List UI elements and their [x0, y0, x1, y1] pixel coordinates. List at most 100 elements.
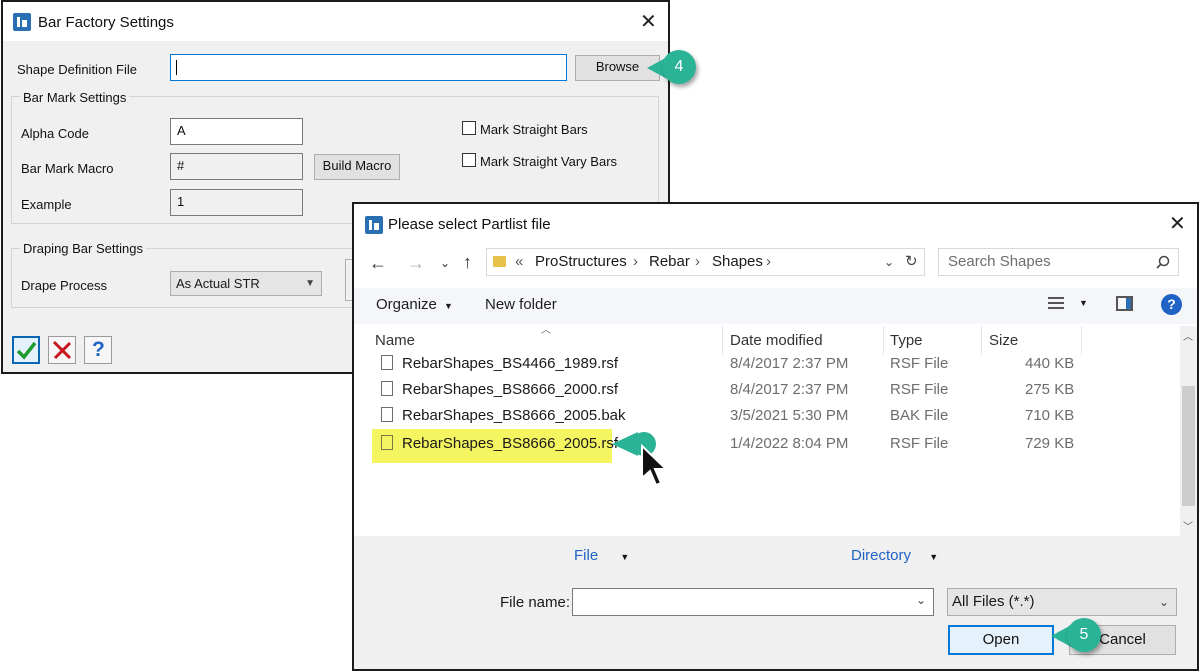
- file-type: RSF File: [890, 355, 949, 372]
- caret-down-icon: ▼: [444, 301, 453, 311]
- column-type[interactable]: Type: [890, 332, 923, 349]
- shape-definition-label: Shape Definition File: [17, 62, 137, 77]
- mark-straight-vary-bars-label: Mark Straight Vary Bars: [480, 154, 618, 169]
- callout-badge: 5: [1067, 618, 1101, 652]
- app-logo-icon: [365, 216, 383, 234]
- forward-arrow-icon[interactable]: →: [407, 253, 425, 273]
- file-type: BAK File: [890, 407, 949, 424]
- shape-definition-input[interactable]: [170, 54, 567, 81]
- scroll-up-icon[interactable]: ︿: [1183, 328, 1193, 343]
- help-button[interactable]: ?: [84, 336, 112, 364]
- mouse-cursor-icon: [641, 444, 669, 487]
- file-date: 8/4/2017 2:37 PM: [730, 355, 849, 372]
- mark-straight-bars-label: Mark Straight Bars: [480, 122, 588, 137]
- change-view-button[interactable]: ▼: [1048, 295, 1090, 315]
- callout-step-5: 5: [1049, 618, 1111, 654]
- file-size: 710 KB: [1025, 407, 1075, 424]
- file-size: 440 KB: [1025, 355, 1075, 372]
- chevron-down-icon: ▼: [305, 278, 315, 289]
- vertical-scrollbar[interactable]: ︿ ﹀: [1180, 326, 1197, 536]
- build-macro-button[interactable]: Build Macro: [314, 154, 400, 180]
- search-placeholder: Search Shapes: [948, 253, 1051, 270]
- alpha-code-label: Alpha Code: [21, 126, 89, 141]
- close-icon[interactable]: ✕: [640, 12, 657, 32]
- file-type-filter-value: All Files (*.*): [952, 593, 1035, 610]
- alpha-code-input[interactable]: A: [170, 118, 303, 145]
- chevron-down-icon: ⌄: [1158, 595, 1169, 609]
- drape-process-label: Drape Process: [21, 278, 107, 293]
- file-row[interactable]: RebarShapes_BS8666_2005.bak 3/5/2021 5:3…: [354, 402, 1174, 428]
- breadcrumb-separator-icon: ›: [633, 253, 638, 270]
- file-name-input[interactable]: ⌄: [572, 588, 934, 616]
- caret-down-icon: ▼: [620, 552, 630, 562]
- file-date: 1/4/2022 8:04 PM: [730, 435, 849, 452]
- file-icon: [381, 381, 393, 396]
- new-folder-button[interactable]: New folder: [485, 296, 557, 313]
- close-icon[interactable]: ✕: [1169, 214, 1186, 234]
- file-name: RebarShapes_BS8666_2000.rsf: [402, 381, 618, 398]
- file-type-filter-select[interactable]: All Files (*.*) ⌄: [947, 588, 1177, 616]
- callout-step-4: 4: [645, 50, 705, 86]
- dialog-title: Please select Partlist file: [388, 216, 551, 233]
- question-mark-icon: ?: [92, 338, 105, 361]
- file-dropdown-label: File: [574, 547, 599, 564]
- address-dropdown-chevron-icon[interactable]: ⌄: [884, 249, 894, 275]
- scroll-down-icon[interactable]: ﹀: [1183, 518, 1193, 533]
- organize-button[interactable]: Organize ▼: [376, 296, 453, 313]
- text-caret: [176, 60, 177, 75]
- view-list-icon: [1048, 297, 1064, 311]
- chevron-down-icon[interactable]: ⌄: [916, 593, 926, 607]
- organize-label: Organize: [376, 296, 437, 313]
- cancel-icon-button[interactable]: [48, 336, 76, 364]
- column-date-modified[interactable]: Date modified: [730, 332, 823, 349]
- bar-mark-macro-label: Bar Mark Macro: [21, 161, 114, 176]
- open-button[interactable]: Open: [948, 625, 1054, 655]
- breadcrumb-overflow[interactable]: «: [515, 249, 523, 275]
- bar-mark-macro-input[interactable]: #: [170, 153, 303, 180]
- dialog-title: Bar Factory Settings: [38, 14, 174, 31]
- column-name[interactable]: Name: [375, 332, 415, 349]
- search-input[interactable]: Search Shapes: [938, 248, 1179, 276]
- preview-pane-fill: [1126, 298, 1131, 309]
- file-row-highlighted[interactable]: RebarShapes_BS8666_2005.rsf 1/4/2022 8:0…: [354, 429, 1174, 463]
- app-logo-icon: [13, 13, 31, 31]
- file-icon: [381, 407, 393, 422]
- file-type: RSF File: [890, 381, 949, 398]
- help-icon[interactable]: ?: [1161, 294, 1182, 315]
- drape-process-value: As Actual STR: [176, 276, 260, 291]
- breadcrumb-shapes[interactable]: Shapes: [712, 249, 763, 275]
- recent-locations-chevron-icon[interactable]: ⌄: [440, 253, 450, 273]
- file-row[interactable]: RebarShapes_BS4466_1989.rsf 8/4/2017 2:3…: [354, 350, 1174, 376]
- file-type: RSF File: [890, 435, 949, 452]
- file-name: RebarShapes_BS8666_2005.rsf: [402, 435, 618, 452]
- directory-dropdown-label: Directory: [851, 547, 912, 564]
- file-name: RebarShapes_BS8666_2005.bak: [402, 407, 626, 424]
- preview-pane-icon[interactable]: [1116, 296, 1133, 311]
- sort-ascending-icon: ︿: [541, 325, 551, 336]
- red-x-icon: [52, 340, 72, 360]
- address-bar[interactable]: « ProStructures › Rebar › Shapes › ⌄ ↻: [486, 248, 925, 276]
- checkmark-icon: [16, 341, 37, 360]
- file-row[interactable]: RebarShapes_BS8666_2000.rsf 8/4/2017 2:3…: [354, 376, 1174, 402]
- breadcrumb-rebar[interactable]: Rebar: [649, 249, 690, 275]
- column-size[interactable]: Size: [989, 332, 1018, 349]
- caret-down-icon: ▼: [1079, 298, 1088, 308]
- folder-icon: [493, 256, 506, 267]
- file-name: RebarShapes_BS4466_1989.rsf: [402, 355, 618, 372]
- file-dropdown[interactable]: File ▼: [574, 547, 629, 564]
- mark-straight-vary-bars-checkbox[interactable]: [462, 153, 476, 167]
- ok-button[interactable]: [12, 336, 40, 364]
- mark-straight-bars-checkbox[interactable]: [462, 121, 476, 135]
- up-arrow-icon[interactable]: ↑: [463, 252, 472, 272]
- example-output: 1: [170, 189, 303, 216]
- select-partlist-file-dialog: Please select Partlist file ✕ ← → ⌄ ↑ « …: [352, 202, 1199, 671]
- breadcrumb-separator-icon: ›: [695, 253, 700, 270]
- breadcrumb-prostructures[interactable]: ProStructures: [535, 249, 627, 275]
- directory-dropdown[interactable]: Directory ▼: [851, 547, 938, 564]
- scroll-thumb[interactable]: [1182, 386, 1195, 506]
- file-size: 275 KB: [1025, 381, 1075, 398]
- drape-process-select[interactable]: As Actual STR ▼: [170, 271, 322, 296]
- refresh-icon[interactable]: ↻: [905, 249, 918, 275]
- back-arrow-icon[interactable]: ←: [369, 253, 387, 273]
- file-size: 729 KB: [1025, 435, 1075, 452]
